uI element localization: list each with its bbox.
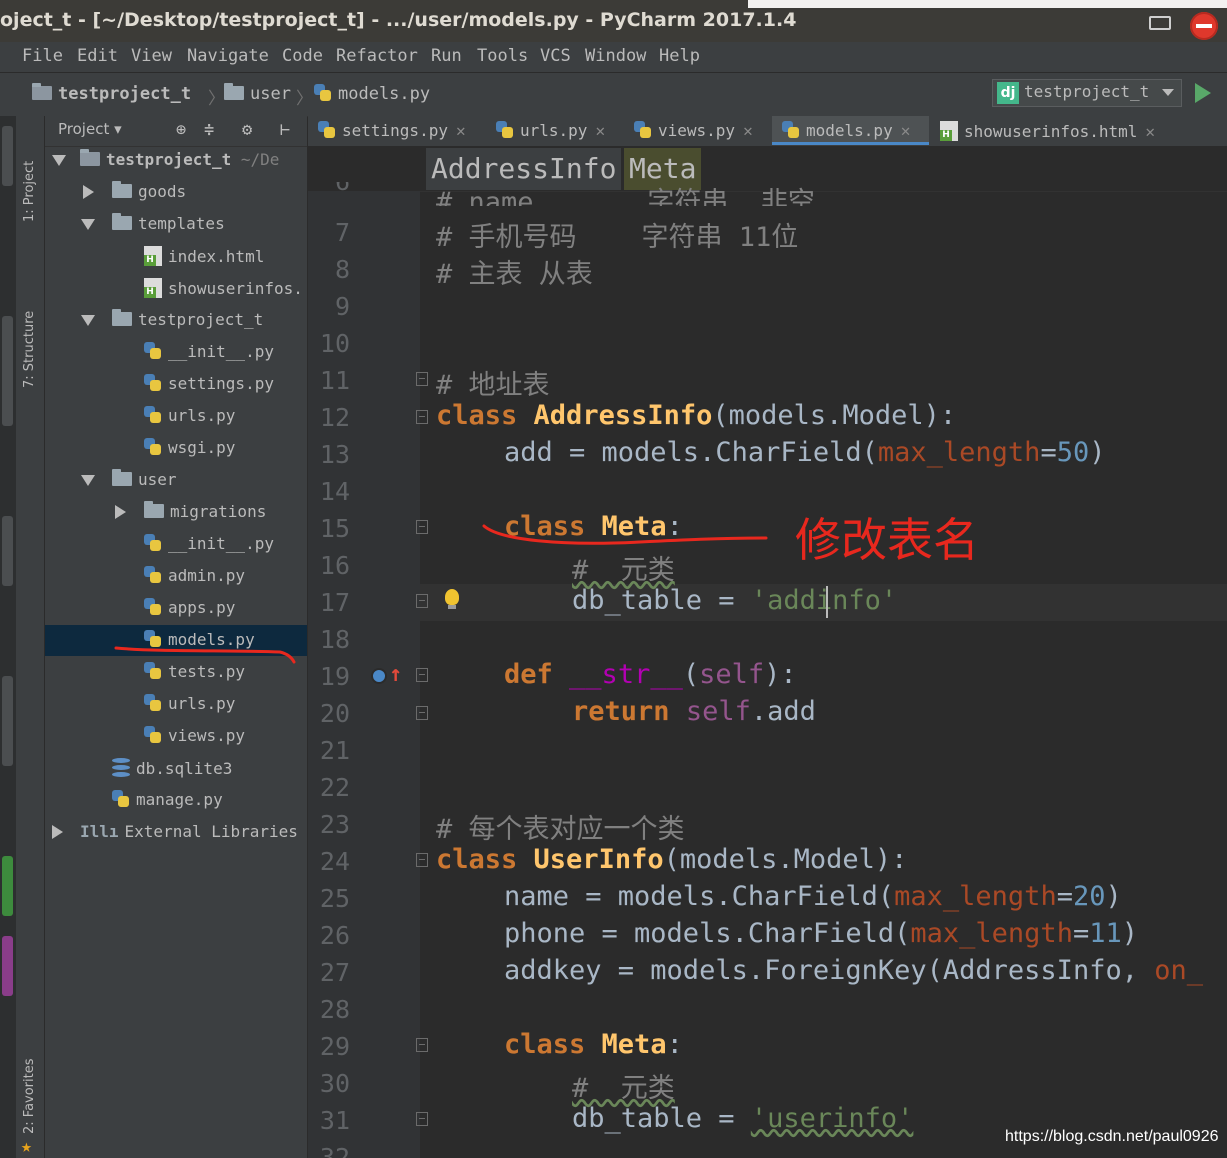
annotation-strokes [114, 524, 768, 664]
watermark: https://blog.csdn.net/paul0926 [1005, 1128, 1219, 1145]
annotation-text: 修改表名 [795, 513, 979, 567]
